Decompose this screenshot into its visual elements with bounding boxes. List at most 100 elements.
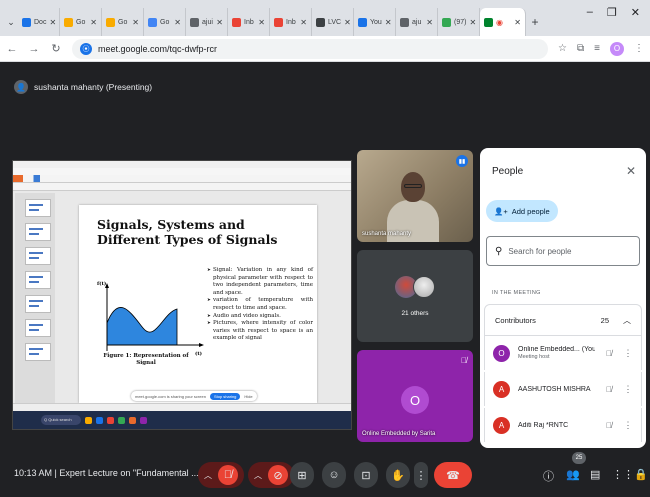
- browser-tab[interactable]: Go ✕: [102, 8, 144, 36]
- signal-area: [106, 307, 178, 346]
- host-controls-icon[interactable]: 🔒: [634, 468, 648, 481]
- presentation-slide: Signals, Systems and Different Types of …: [79, 205, 317, 403]
- leave-call-button[interactable]: ☎: [434, 462, 472, 488]
- activities-icon[interactable]: ⋮⋮: [612, 468, 634, 481]
- hand-icon: ✋: [391, 469, 405, 482]
- more-vert-icon[interactable]: ⋮: [623, 384, 633, 395]
- profile-avatar[interactable]: O: [610, 41, 624, 56]
- tab-search-icon[interactable]: ⌄: [4, 8, 18, 36]
- bookmark-star-icon[interactable]: ☆: [558, 43, 567, 54]
- reactions-button[interactable]: ☺: [322, 462, 346, 488]
- reload-icon[interactable]: ↻: [50, 42, 62, 55]
- slide-thumbnail: [25, 343, 51, 361]
- tab-label: Go: [118, 18, 128, 26]
- close-icon[interactable]: ✕: [426, 18, 433, 27]
- slide-bullet: Signal: Variation in any kind of physica…: [207, 267, 313, 297]
- tab-favicon-icon: [316, 17, 325, 27]
- mic-off-icon[interactable]: 🎙̸: [603, 385, 615, 394]
- meeting-time-title: 10:13 AM | Expert Lecture on "Fundamenta…: [14, 468, 199, 478]
- forward-icon[interactable]: →: [28, 43, 40, 55]
- browser-tab[interactable]: ajui ✕: [186, 8, 228, 36]
- presenter-avatar: 👤: [14, 80, 28, 94]
- tab-favicon-icon: [106, 17, 115, 27]
- close-icon[interactable]: ✕: [132, 18, 139, 27]
- close-icon[interactable]: ✕: [300, 18, 307, 27]
- extensions-icon[interactable]: ⧉: [577, 43, 584, 54]
- others-tile[interactable]: 21 others: [357, 250, 473, 342]
- chevron-up-icon[interactable]: ︿: [204, 470, 212, 481]
- close-panel-icon[interactable]: ✕: [626, 164, 636, 178]
- browser-tab[interactable]: Go ✕: [144, 8, 186, 36]
- close-icon[interactable]: ✕: [385, 18, 392, 27]
- participant-row[interactable]: A Aditi Raj *RNTC 🎙̸ ⋮: [484, 408, 642, 442]
- present-button[interactable]: ⊞: [290, 462, 314, 488]
- more-options-button[interactable]: ⋮: [414, 462, 428, 488]
- chrome-menu-icon[interactable]: ⋮: [634, 43, 644, 54]
- hide-share-notice[interactable]: Hide: [244, 394, 252, 399]
- chevron-up-icon[interactable]: ︿: [254, 470, 262, 481]
- browser-tab[interactable]: You ✕: [354, 8, 396, 36]
- taskbar-app: [118, 416, 125, 424]
- mic-off-icon[interactable]: 🎙̸: [603, 349, 615, 358]
- back-icon[interactable]: ←: [6, 43, 18, 55]
- close-icon[interactable]: ✕: [514, 18, 521, 27]
- browser-tab[interactable]: Doc ✕: [18, 8, 60, 36]
- chevron-up-icon: ︿: [623, 315, 631, 325]
- meeting-info-icon[interactable]: ⓘ: [543, 468, 554, 484]
- share-notice-text: meet.google.com is sharing your screen: [135, 393, 206, 399]
- tab-favicon-icon: [358, 17, 367, 27]
- more-vert-icon[interactable]: ⋮: [623, 420, 633, 431]
- search-icon: ⚲: [495, 245, 503, 257]
- contributors-group[interactable]: Contributors 25 ︿: [484, 304, 642, 336]
- tab-favicon-icon: [148, 17, 157, 27]
- presenting-banner: 👤 sushanta mahanty (Presenting): [14, 80, 152, 94]
- self-tile[interactable]: 🎙̸ O Online Embedded by Sarita: [357, 350, 473, 442]
- close-icon[interactable]: ✕: [90, 18, 97, 27]
- browser-tab[interactable]: Inb ✕: [228, 8, 270, 36]
- site-info-icon[interactable]: ⦿: [80, 42, 92, 55]
- tab-label: You: [370, 18, 382, 26]
- close-icon[interactable]: ✕: [344, 18, 351, 27]
- mic-toggle-button[interactable]: ︿ 🎙̸: [198, 462, 244, 488]
- address-bar[interactable]: ⦿ meet.google.com/tqc-dwfp-rcr: [72, 38, 549, 59]
- stop-sharing-button[interactable]: Stop sharing: [209, 392, 241, 400]
- window-close-icon[interactable]: ✕: [631, 6, 640, 19]
- new-tab-button[interactable]: +: [526, 8, 544, 36]
- close-icon[interactable]: ✕: [469, 18, 476, 27]
- close-icon[interactable]: ✕: [258, 18, 265, 27]
- browser-tab[interactable]: Inb ✕: [270, 8, 312, 36]
- close-icon[interactable]: ✕: [174, 18, 181, 27]
- browser-tab[interactable]: Go ✕: [60, 8, 102, 36]
- restore-icon[interactable]: ❐: [607, 6, 617, 19]
- close-icon[interactable]: ✕: [49, 18, 56, 27]
- meeting-time: 10:13 AM: [14, 468, 53, 478]
- people-panel-title: People: [492, 166, 524, 177]
- presenter-camera-tile[interactable]: ▮▮ sushanta mahanty: [357, 150, 473, 242]
- browser-tab[interactable]: aju ✕: [396, 8, 438, 36]
- participant-row[interactable]: O Online Embedded... (You) Meeting host 🎙̸ ⋮: [484, 336, 642, 370]
- taskbar-app: [85, 416, 92, 424]
- close-icon[interactable]: ✕: [216, 18, 223, 27]
- taskbar-app: [129, 416, 136, 424]
- search-placeholder: Search for people: [508, 246, 572, 256]
- browser-tab-active[interactable]: ◉ ✕: [480, 8, 526, 36]
- participant-name: Online Embedded... (You): [518, 346, 595, 353]
- browser-tab[interactable]: (97) ✕: [438, 8, 480, 36]
- reading-list-icon[interactable]: ≡: [594, 43, 600, 54]
- minimize-icon[interactable]: –: [587, 6, 593, 19]
- raise-hand-button[interactable]: ✋: [386, 462, 410, 488]
- chat-icon[interactable]: ▤: [590, 468, 600, 481]
- browser-tab[interactable]: LVC ✕: [312, 8, 354, 36]
- slide-thumbnail: [25, 247, 51, 265]
- group-name: Contributors: [495, 315, 536, 325]
- add-people-label: Add people: [511, 206, 550, 216]
- mic-off-icon[interactable]: 🎙̸: [603, 421, 615, 430]
- camera-toggle-button[interactable]: ︿ ⊘: [248, 462, 294, 488]
- participant-row[interactable]: A AASHUTOSH MISHRA 🎙̸ ⋮: [484, 372, 642, 406]
- search-people-input[interactable]: ⚲ Search for people: [486, 236, 640, 266]
- people-icon[interactable]: 👥: [566, 468, 580, 481]
- more-vert-icon[interactable]: ⋮: [623, 348, 633, 359]
- add-people-button[interactable]: 👤+ Add people: [486, 200, 558, 222]
- captions-button[interactable]: ⊡: [354, 462, 378, 488]
- tab-favicon-icon: [274, 17, 283, 27]
